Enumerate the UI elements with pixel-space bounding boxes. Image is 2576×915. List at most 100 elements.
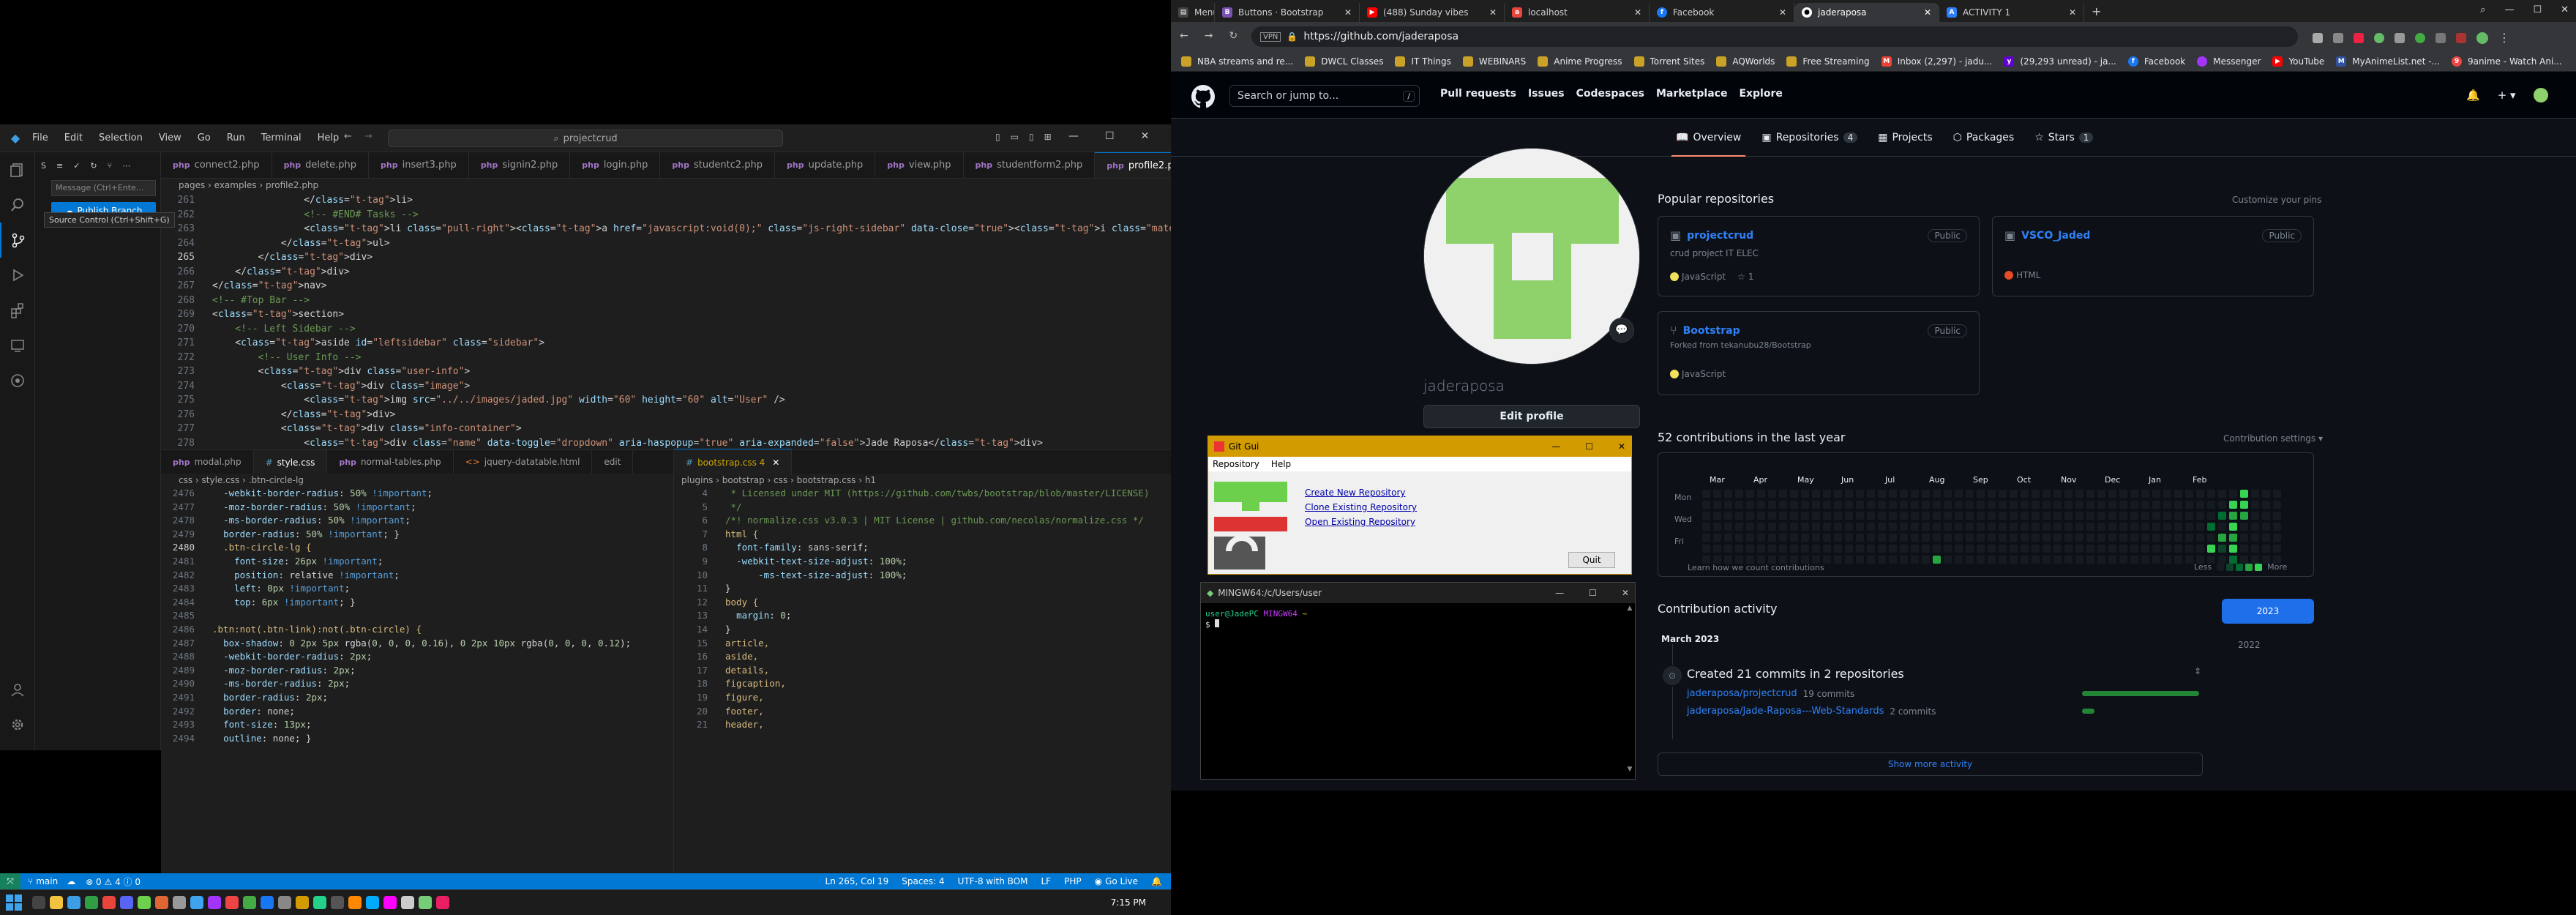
code-line[interactable]: 264 </class="t-tag">ul> (161, 236, 1171, 251)
line-number[interactable]: 9 (674, 555, 708, 569)
contribution-cell[interactable] (1823, 523, 1831, 531)
code-line[interactable]: 2493 font-size: 13px; (161, 718, 673, 732)
code-line[interactable]: 2489 -moz-border-radius: 2px; (161, 664, 673, 678)
contribution-cell[interactable] (2218, 534, 2226, 542)
contribution-cell[interactable] (1746, 512, 1754, 520)
contribution-cell[interactable] (1834, 556, 1842, 564)
contribution-cell[interactable] (1900, 545, 1908, 553)
status-eol[interactable]: LF (1041, 876, 1052, 886)
code-line[interactable]: 10 -ms-text-size-adjust: 100%; (674, 569, 1171, 583)
taskbar-app-icon[interactable] (278, 896, 291, 909)
contribution-cell[interactable] (2185, 501, 2193, 509)
commit-message-input[interactable]: Message (Ctrl+Ente... (51, 180, 156, 196)
bookmark-yahoo[interactable]: y (29,293 unread) - ja... (2004, 56, 2116, 67)
contribution-cell[interactable] (2119, 545, 2127, 553)
edit-profile-button[interactable]: Edit profile (1423, 405, 1640, 428)
contribution-cell[interactable] (1812, 534, 1820, 542)
contribution-cell[interactable] (1889, 534, 1897, 542)
code-line[interactable]: 2488 -webkit-border-radius: 2px; (161, 650, 673, 664)
code-line[interactable]: 13 margin: 0; (674, 609, 1171, 623)
nav-marketplace[interactable]: Marketplace (1656, 88, 1727, 100)
taskbar-app-icon[interactable] (138, 896, 151, 909)
contribution-cell[interactable] (1955, 501, 1963, 509)
code-line[interactable]: 11} (674, 582, 1171, 596)
contribution-cell[interactable] (2053, 534, 2062, 542)
contribution-cell[interactable] (2130, 501, 2138, 509)
contribution-cell[interactable] (1812, 490, 1820, 498)
contribution-cell[interactable] (1724, 545, 1732, 553)
contribution-cell[interactable] (2163, 512, 2171, 520)
contribution-cell[interactable] (1856, 545, 1864, 553)
line-number[interactable]: 2485 (161, 609, 195, 623)
contribution-cell[interactable] (2130, 556, 2138, 564)
code-line[interactable]: 261 </class="t-tag">li> (161, 193, 1171, 208)
contribution-cell[interactable] (1702, 512, 1710, 520)
user-avatar-menu[interactable] (2533, 88, 2548, 102)
contribution-cell[interactable] (2163, 523, 2171, 531)
sc-view-as-icon[interactable]: S (41, 161, 46, 171)
taskbar-app-icon[interactable] (313, 896, 326, 909)
contribution-cell[interactable] (1790, 545, 1798, 553)
taskbar-app-icon[interactable] (120, 896, 133, 909)
line-number[interactable]: 2492 (161, 705, 195, 719)
contribution-cell[interactable] (2273, 490, 2281, 498)
contribution-cell[interactable] (2229, 512, 2237, 520)
contribution-cell[interactable] (1823, 534, 1831, 542)
line-number[interactable]: 13 (674, 609, 708, 623)
menu-file[interactable]: File (32, 132, 48, 143)
contribution-cell[interactable] (1922, 490, 1930, 498)
taskbar-app-icon[interactable] (102, 896, 116, 909)
contribution-cell[interactable] (2075, 556, 2083, 564)
line-number[interactable]: 2493 (161, 718, 195, 732)
contribution-cell[interactable] (1845, 545, 1853, 553)
contribution-cell[interactable] (1911, 490, 1919, 498)
contribution-cell[interactable] (2032, 556, 2040, 564)
chrome-maximize-icon[interactable]: ☐ (2533, 4, 2542, 15)
create-new-repo-link[interactable]: Create New Repository (1305, 485, 1417, 500)
code-line[interactable]: 2482 position: relative !important; (161, 569, 673, 583)
contribution-cell[interactable] (2032, 490, 2040, 498)
contribution-cell[interactable] (1713, 501, 1721, 509)
code-line[interactable]: 14} (674, 623, 1171, 637)
status-branch[interactable]: main (36, 876, 58, 886)
contribution-cell[interactable] (1999, 501, 2007, 509)
line-number[interactable]: 2476 (161, 487, 195, 501)
line-number[interactable]: 274 (161, 379, 195, 394)
line-number[interactable]: 2478 (161, 514, 195, 528)
line-number[interactable]: 275 (161, 393, 195, 408)
ext-icon-4[interactable] (2374, 32, 2384, 43)
contribution-cell[interactable] (1713, 534, 1721, 542)
contribution-cell[interactable] (2075, 545, 2083, 553)
contribution-cell[interactable] (1724, 490, 1732, 498)
tab-studentform2[interactable]: php studentform2.php (964, 152, 1096, 178)
contribution-cell[interactable] (1955, 512, 1963, 520)
contribution-cell[interactable] (1867, 523, 1875, 531)
contribution-cell[interactable] (1900, 501, 1908, 509)
contribution-cell[interactable] (1724, 523, 1732, 531)
contribution-cell[interactable] (1702, 545, 1710, 553)
bookmark-9anime[interactable]: 9 9anime - Watch Ani... (2451, 56, 2562, 67)
contribution-cell[interactable] (1911, 534, 1919, 542)
editor-breadcrumb[interactable]: pages › examples › profile2.php (179, 180, 318, 190)
sync-icon[interactable]: ☁ (67, 876, 75, 886)
toggle-secondary-sidebar-icon[interactable]: ▯ (1029, 132, 1034, 142)
contribution-cell[interactable] (2152, 545, 2160, 553)
line-number[interactable]: 18 (674, 677, 708, 691)
tab-update[interactable]: php update.php (775, 152, 876, 178)
bookmark-youtube[interactable]: ▶ YouTube (2272, 56, 2324, 67)
contribution-cell[interactable] (2174, 523, 2182, 531)
contribution-cell[interactable] (1977, 501, 1985, 509)
contribution-cell[interactable] (1977, 545, 1985, 553)
contribution-cell[interactable] (2273, 523, 2281, 531)
taskbar-app-icon[interactable] (348, 896, 362, 909)
chrome-tab-bootstrap[interactable]: B Buttons · Bootstrap ✕ (1215, 3, 1360, 22)
contribution-cell[interactable] (1834, 523, 1842, 531)
bookmark-gmail[interactable]: M Inbox (2,297) - jadu... (1881, 56, 1992, 67)
contribution-cell[interactable] (2185, 545, 2193, 553)
line-number[interactable]: 2480 (161, 541, 195, 555)
remote-indicator-icon[interactable]: ⤧ (0, 873, 20, 889)
contribution-cell[interactable] (2152, 523, 2160, 531)
contribution-cell[interactable] (1999, 512, 2007, 520)
code-line[interactable]: 2479 border-radius: 50% !important; } (161, 528, 673, 542)
line-number[interactable]: 8 (674, 541, 708, 555)
